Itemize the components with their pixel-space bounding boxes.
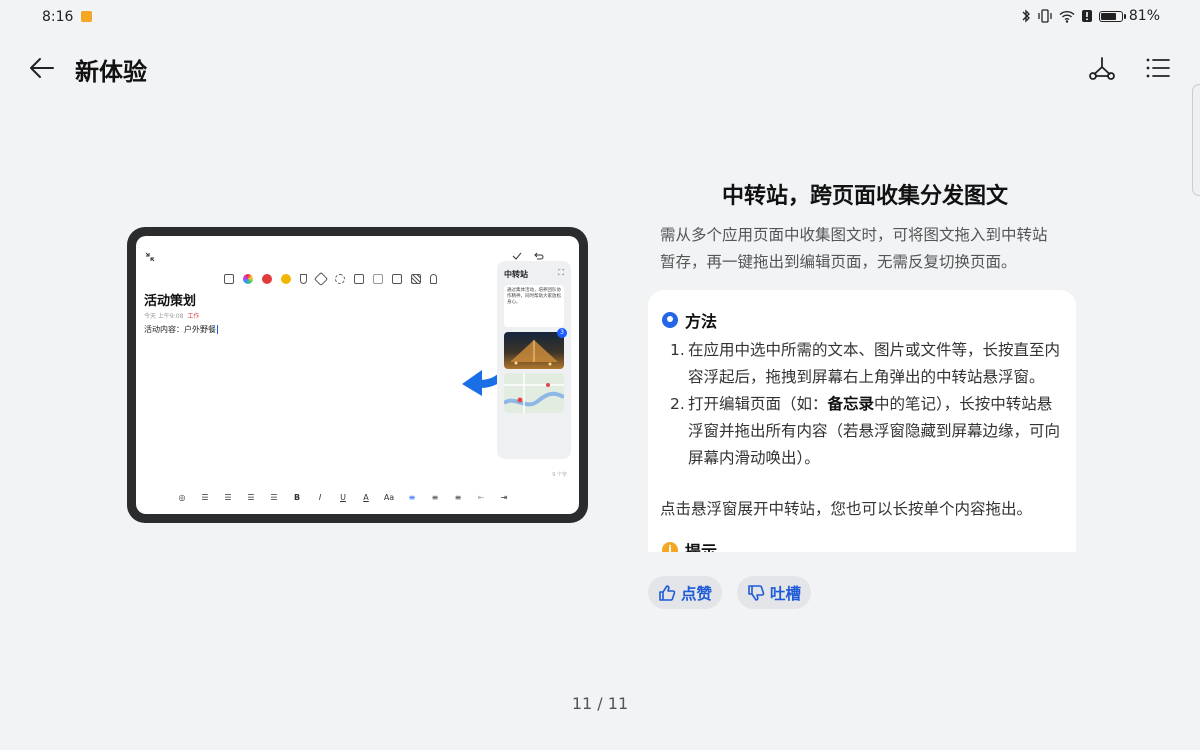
thumbs-up-icon: [659, 584, 676, 601]
text-color-icon: A: [363, 493, 369, 502]
transfer-hub-panel: 中转站 ⛶ 通过集体活动，培养团队协作精神，同时帮助大家放松身心。 3: [497, 261, 571, 459]
image-icon: [392, 274, 402, 284]
eraser-icon: [313, 271, 329, 287]
note-toolbar: [224, 271, 437, 287]
microphone-icon: [430, 274, 437, 284]
method-steps: 1. 在应用中选中所需的文本、图片或文件等，长按直至内容浮起后，拖拽到屏幕右上角…: [670, 337, 1060, 472]
note-body: 活动内容：户外野餐: [144, 325, 218, 334]
status-icons: 81%: [1021, 8, 1160, 24]
method-step-2: 2. 打开编辑页面（如：备忘录中的笔记），长按中转站悬浮窗并拖出所有内容（若悬浮…: [670, 395, 1061, 467]
list-icon: ☰: [247, 493, 255, 502]
list-menu-icon: [1146, 58, 1170, 78]
note-tag: 工作: [187, 313, 200, 320]
hub-photo-item: [504, 332, 564, 369]
lasso-icon: [335, 274, 345, 284]
text-caret: [217, 325, 218, 334]
numbered-list-icon: ☰: [224, 493, 232, 502]
app-notification-icon: [81, 11, 92, 22]
page-indicator: 11 / 11: [571, 694, 629, 713]
align-center-icon: ≡: [431, 493, 439, 502]
memo-app-name: 备忘录: [827, 395, 875, 413]
outdent-icon: ⇤: [477, 493, 485, 502]
texture-icon: [411, 274, 421, 284]
expand-icon: ⛶: [558, 268, 564, 277]
feature-description: 需从多个应用页面中收集图文时，可将图文拖入到中转站暂存，再一键拖出到编辑页面，无…: [660, 226, 1048, 271]
battery-fill: [1100, 12, 1117, 20]
hub-count-badge: 3: [557, 328, 567, 338]
dislike-button[interactable]: 吐槽: [737, 576, 812, 609]
dotted-list-icon: ☰: [270, 493, 278, 502]
side-panel-handle[interactable]: [1192, 84, 1200, 196]
hub-title: 中转站: [504, 270, 528, 279]
tablet-illustration: 活动策划 今天 上午9:08 工作 活动内容：户外野餐 中转站 ⛶ 通过集体活动，…: [127, 227, 588, 523]
back-button[interactable]: [24, 50, 60, 86]
location-pin-icon: [662, 312, 678, 328]
vibrate-icon: [1038, 9, 1052, 23]
like-button[interactable]: 点赞: [648, 576, 723, 609]
page-title: 新体验: [75, 58, 147, 86]
marker-icon: [300, 274, 307, 284]
bullet-list-icon: ☰: [201, 493, 209, 502]
bluetooth-icon: [1022, 9, 1030, 23]
bold-icon: B: [293, 493, 301, 502]
status-time: 8:16: [42, 9, 74, 25]
alert-icon: [1081, 10, 1092, 22]
method-step-1: 1. 在应用中选中所需的文本、图片或文件等，长按直至内容浮起后，拖拽到屏幕右上角…: [670, 341, 1061, 386]
note-title: 活动策划: [144, 294, 197, 309]
tablet-screen: 活动策划 今天 上午9:08 工作 活动内容：户外野餐 中转站 ⛶ 通过集体活动，…: [136, 236, 579, 514]
arrow-left-icon: [30, 58, 54, 78]
indent-icon: ⇥: [500, 493, 508, 502]
color-wheel-icon: [243, 274, 253, 284]
checklist-icon: ◎: [178, 493, 186, 502]
word-count: 9 个字: [552, 472, 567, 478]
transfer-route-icon: [1089, 57, 1115, 80]
check-icon: [512, 252, 522, 260]
tip-heading: i 提示: [662, 538, 717, 552]
hub-map-item: [504, 373, 564, 413]
undo-icon: [534, 252, 544, 260]
red-pen-icon: [262, 274, 272, 284]
menu-button[interactable]: [1140, 50, 1176, 86]
italic-icon: I: [318, 493, 322, 502]
thumbs-down-icon: [748, 584, 765, 601]
method-note: 点击悬浮窗展开中转站，您也可以长按单个内容拖出。: [660, 500, 1033, 518]
format-toolbar: ◎ ☰ ☰ ☰ ☰ B I U A Aa ≡ ≡ ≡ ⇤ ⇥: [176, 493, 510, 502]
underline-icon: U: [340, 493, 346, 502]
keyboard-icon: [224, 274, 234, 284]
method-card[interactable]: 方法 1. 在应用中选中所需的文本、图片或文件等，长按直至内容浮起后，拖拽到屏幕…: [648, 290, 1076, 552]
note-meta: 今天 上午9:08 工作: [144, 313, 200, 320]
font-size-icon: Aa: [383, 493, 395, 502]
transfer-route-button[interactable]: [1084, 50, 1120, 86]
method-heading: 方法: [662, 308, 717, 332]
info-icon: i: [662, 542, 678, 552]
map-image-icon: [504, 373, 564, 413]
crop-icon: [354, 274, 364, 284]
tent-image-icon: [510, 340, 558, 366]
hand-icon: [373, 274, 383, 284]
align-left-icon: ≡: [408, 493, 416, 502]
feature-title: 中转站，跨页面收集分发图文: [721, 184, 1008, 209]
wifi-icon: [1059, 10, 1075, 23]
status-bar: 8:16 81%: [0, 0, 1200, 34]
align-right-icon: ≡: [454, 493, 462, 502]
battery-percent: 81%: [1128, 8, 1160, 24]
yellow-pen-icon: [281, 274, 291, 284]
hub-text-item: 通过集体活动，培养团队协作精神，同时帮助大家放松身心。: [504, 285, 564, 327]
collapse-icon: [145, 252, 155, 262]
battery-icon: [1098, 10, 1126, 22]
